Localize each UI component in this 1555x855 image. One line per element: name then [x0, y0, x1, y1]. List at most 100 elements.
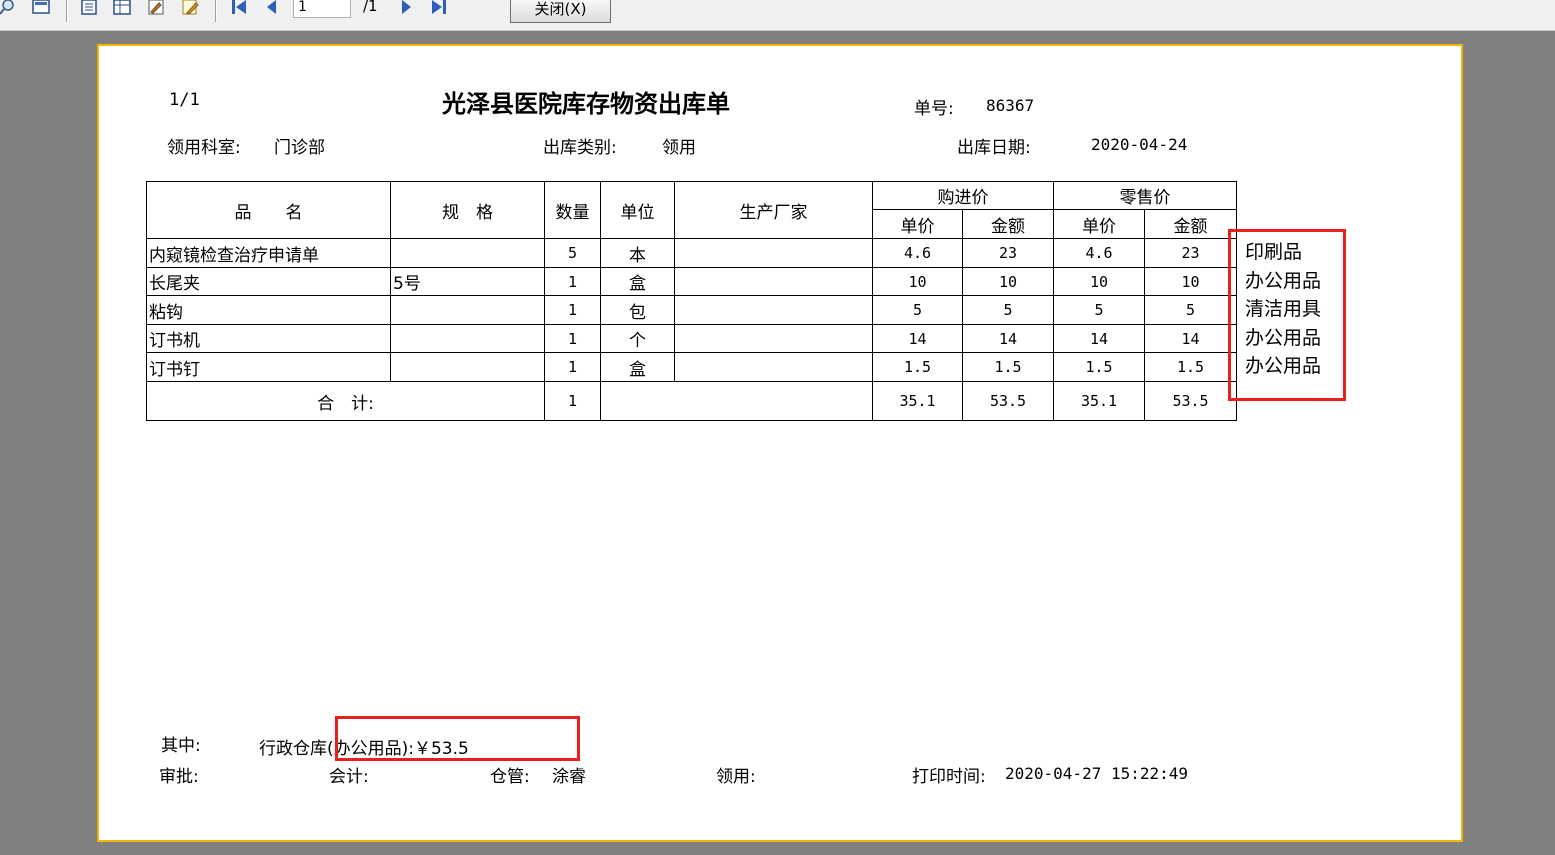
row-maker [674, 267, 873, 296]
edit-icon[interactable] [181, 0, 199, 16]
document-title: 光泽县医院库存物资出库单 [442, 89, 730, 118]
keeper-label: 仓管: [490, 767, 530, 787]
order-number-label: 单号: [914, 99, 954, 119]
row-maker [674, 238, 873, 268]
row-purchase-price: 1.5 [872, 352, 963, 382]
row-purchase-amount: 14 [962, 324, 1054, 353]
row-qty: 1 [544, 352, 601, 382]
zoom-icon[interactable] [0, 0, 18, 16]
page-number: 1/1 [169, 90, 200, 110]
row-purchase-amount: 23 [962, 238, 1054, 268]
row-maker [674, 295, 873, 325]
print-time-value: 2020-04-27 15:22:49 [1005, 764, 1189, 783]
toolbar-separator [215, 0, 217, 22]
row-qty: 5 [544, 238, 601, 268]
accounting-label: 会计: [329, 767, 369, 787]
row-name: 内窥镜检查治疗申请单 [146, 238, 391, 268]
items-table: 品 名 规 格 数量 单位 生产厂家 购进价 零售价 单价 金额 单价 金额 内… [146, 181, 1237, 421]
outbound-type-label: 出库类别: [543, 138, 617, 158]
outbound-date-value: 2020-04-24 [1091, 135, 1188, 154]
row-unit: 本 [600, 238, 675, 268]
row-name: 订书机 [146, 324, 391, 353]
department-label: 领用科室: [167, 138, 241, 158]
among-label: 其中: [161, 736, 201, 756]
row-purchase-amount: 5 [962, 295, 1054, 325]
row-spec [390, 324, 545, 353]
outbound-type-value: 领用 [662, 138, 696, 158]
total-empty [600, 381, 873, 421]
header-retail-amount: 金额 [1144, 209, 1237, 239]
view-icon[interactable] [32, 0, 50, 16]
settings-icon[interactable] [147, 0, 165, 16]
row-spec [390, 352, 545, 382]
row-qty: 1 [544, 324, 601, 353]
row-purchase-amount: 1.5 [962, 352, 1054, 382]
row-purchase-price: 14 [872, 324, 963, 353]
row-spec: 5号 [390, 267, 545, 296]
page-setup-icon[interactable] [80, 0, 98, 16]
table-row: 粘钩 1 包 5 5 5 5 [146, 295, 1237, 325]
row-retail-amount: 23 [1144, 238, 1237, 268]
approve-label: 审批: [159, 767, 199, 787]
row-unit: 个 [600, 324, 675, 353]
table-total-row: 合 计: 1 35.1 53.5 35.1 53.5 [146, 381, 1237, 421]
preview-toolbar: 1 /1 关闭(X) [0, 0, 1555, 31]
row-unit: 盒 [600, 352, 675, 382]
row-name: 订书钉 [146, 352, 391, 382]
row-retail-price: 14 [1053, 324, 1145, 353]
row-spec [390, 295, 545, 325]
row-unit: 盒 [600, 267, 675, 296]
header-unit: 单位 [600, 181, 675, 239]
total-purchase-amount: 53.5 [962, 381, 1054, 421]
row-retail-price: 4.6 [1053, 238, 1145, 268]
total-qty: 1 [544, 381, 601, 421]
close-button[interactable]: 关闭(X) [510, 0, 611, 23]
order-number-value: 86367 [986, 96, 1035, 115]
row-qty: 1 [544, 267, 601, 296]
total-label: 合 计: [146, 381, 545, 421]
outbound-date-label: 出库日期: [957, 138, 1031, 158]
header-maker: 生产厂家 [674, 181, 873, 239]
row-maker [674, 352, 873, 382]
header-retail-price: 单价 [1053, 209, 1145, 239]
department-value: 门诊部 [274, 138, 325, 158]
category-highlight-box [1228, 229, 1346, 401]
header-purchase: 购进价 [872, 181, 1054, 210]
toolbar-separator [66, 0, 68, 22]
row-qty: 1 [544, 295, 601, 325]
table-row: 订书钉 1 盒 1.5 1.5 1.5 1.5 [146, 352, 1237, 382]
keeper-value: 涂睿 [552, 767, 586, 787]
row-purchase-price: 5 [872, 295, 963, 325]
page-total-label: /1 [363, 0, 378, 15]
prev-page-icon[interactable] [263, 0, 281, 16]
row-retail-price: 1.5 [1053, 352, 1145, 382]
row-spec [390, 238, 545, 268]
row-name: 长尾夹 [146, 267, 391, 296]
receive-label: 领用: [716, 767, 756, 787]
first-page-icon[interactable] [230, 0, 248, 16]
table-row: 长尾夹 5号 1 盒 10 10 10 10 [146, 267, 1237, 296]
row-maker [674, 324, 873, 353]
amount-highlight-box [335, 716, 580, 761]
row-retail-price: 10 [1053, 267, 1145, 296]
next-page-icon[interactable] [398, 0, 416, 16]
row-retail-amount: 1.5 [1144, 352, 1237, 382]
header-purchase-price: 单价 [872, 209, 963, 239]
total-retail-amount: 53.5 [1144, 381, 1237, 421]
layout-icon[interactable] [113, 0, 131, 16]
header-purchase-amount: 金额 [962, 209, 1054, 239]
header-name: 品 名 [146, 181, 391, 239]
row-name: 粘钩 [146, 295, 391, 325]
table-row: 订书机 1 个 14 14 14 14 [146, 324, 1237, 353]
total-retail-price: 35.1 [1053, 381, 1145, 421]
row-retail-amount: 10 [1144, 267, 1237, 296]
row-purchase-price: 4.6 [872, 238, 963, 268]
row-purchase-price: 10 [872, 267, 963, 296]
table-row: 内窥镜检查治疗申请单 5 本 4.6 23 4.6 23 [146, 238, 1237, 268]
total-purchase-price: 35.1 [872, 381, 963, 421]
row-purchase-amount: 10 [962, 267, 1054, 296]
row-retail-price: 5 [1053, 295, 1145, 325]
page-number-input[interactable]: 1 [293, 0, 351, 18]
print-preview-page: 1/1 光泽县医院库存物资出库单 单号: 86367 领用科室: 门诊部 出库类… [97, 44, 1463, 842]
last-page-icon[interactable] [430, 0, 448, 16]
